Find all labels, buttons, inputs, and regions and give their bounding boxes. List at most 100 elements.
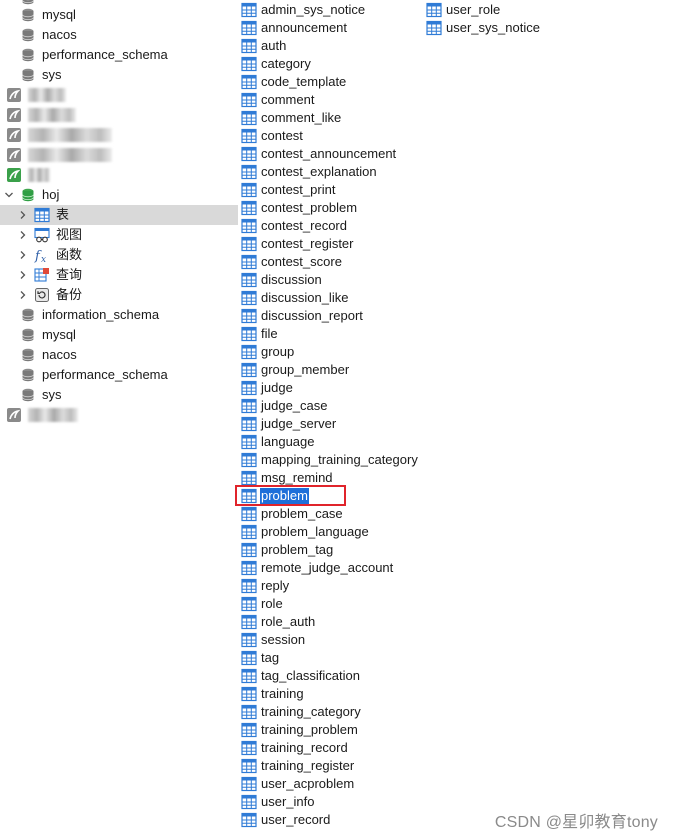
table-icon <box>241 38 257 54</box>
table-item[interactable]: group_member <box>241 361 350 379</box>
table-item[interactable]: judge <box>241 379 294 397</box>
tree-db-mysql-2[interactable]: mysql <box>0 325 238 345</box>
tree-db-sys[interactable]: sys <box>0 65 238 85</box>
table-item[interactable]: code_template <box>241 73 347 91</box>
table-icon <box>241 740 257 756</box>
table-item[interactable]: user_role <box>426 1 501 19</box>
table-item[interactable]: judge_case <box>241 397 329 415</box>
table-item[interactable]: training_problem <box>241 721 359 739</box>
table-item[interactable]: discussion <box>241 271 323 289</box>
redacted-label <box>28 88 66 102</box>
tree-db-nacos[interactable]: nacos <box>0 25 238 45</box>
table-item[interactable]: comment <box>241 91 315 109</box>
table-icon <box>241 236 257 252</box>
table-name: discussion_like <box>261 290 349 305</box>
table-item[interactable]: contest_register <box>241 235 355 253</box>
table-item[interactable]: session <box>241 631 306 649</box>
table-item[interactable]: training_record <box>241 739 349 757</box>
table-item[interactable]: tag <box>241 649 280 667</box>
tree-db-nacos-2[interactable]: nacos <box>0 345 238 365</box>
chevron-right-icon[interactable] <box>17 209 29 221</box>
table-item[interactable]: remote_judge_account <box>241 559 394 577</box>
tree-label: 视图 <box>56 227 83 242</box>
tree-db-mysql[interactable]: mysql <box>0 5 238 25</box>
table-item[interactable]: contest_print <box>241 181 336 199</box>
table-name: discussion <box>261 272 322 287</box>
redacted-label <box>28 128 112 142</box>
chevron-right-icon[interactable] <box>17 289 29 301</box>
table-name: training_problem <box>261 722 358 737</box>
tree-db-performance-schema-2[interactable]: performance_schema <box>0 365 238 385</box>
table-item[interactable]: user_sys_notice <box>426 19 541 37</box>
table-item[interactable]: language <box>241 433 316 451</box>
table-item[interactable]: role_auth <box>241 613 316 631</box>
table-item[interactable]: training <box>241 685 305 703</box>
database-active-icon <box>22 188 34 202</box>
table-icon <box>241 146 257 162</box>
table-item[interactable]: category <box>241 55 312 73</box>
chevron-right-icon[interactable] <box>17 269 29 281</box>
table-item[interactable]: contest_announcement <box>241 145 397 163</box>
tree-db-sys-2[interactable]: sys <box>0 385 238 405</box>
table-item[interactable]: contest_explanation <box>241 163 378 181</box>
tree-folder-views[interactable]: 视图 <box>0 225 238 245</box>
table-item[interactable]: contest_record <box>241 217 348 235</box>
table-item[interactable]: problem_language <box>241 523 370 541</box>
table-item[interactable]: problem_case <box>241 505 344 523</box>
highlight-annotation-box <box>235 485 346 506</box>
tree-db-hoj[interactable]: hoj <box>0 185 238 205</box>
tree-connection-redacted[interactable] <box>0 85 238 105</box>
tree-db-information-schema[interactable]: information_schema <box>0 305 238 325</box>
tree-label: performance_schema <box>42 47 168 62</box>
table-name: contest_problem <box>261 200 358 215</box>
table-item[interactable]: group <box>241 343 295 361</box>
tree-folder-backups[interactable]: 备份 <box>0 285 238 305</box>
table-item[interactable]: judge_server <box>241 415 337 433</box>
tree-folder-tables[interactable]: 表 <box>0 205 238 225</box>
tree-db-performance-schema[interactable]: performance_schema <box>0 45 238 65</box>
table-item[interactable]: user_info <box>241 793 315 811</box>
table-icon <box>241 524 257 540</box>
table-item[interactable]: user_acproblem <box>241 775 355 793</box>
table-item[interactable]: comment_like <box>241 109 342 127</box>
tree-connection-redacted[interactable] <box>0 125 238 145</box>
table-item[interactable]: discussion_like <box>241 289 349 307</box>
table-name: contest <box>261 128 303 143</box>
tree-folder-queries[interactable]: 查询 <box>0 265 238 285</box>
table-item[interactable]: training_register <box>241 757 355 775</box>
tree-connection-redacted-active[interactable] <box>0 165 238 185</box>
tree-label: performance_schema <box>42 367 168 382</box>
database-icon <box>22 328 34 342</box>
backup-folder-icon <box>35 288 49 302</box>
tree-folder-functions[interactable]: fx 函数 <box>0 245 238 265</box>
table-item[interactable]: file <box>241 325 279 343</box>
table-icon <box>241 560 257 576</box>
tree-connection-redacted[interactable] <box>0 105 238 125</box>
table-item[interactable]: role <box>241 595 284 613</box>
table-item[interactable]: problem_tag <box>241 541 334 559</box>
tree-label: 备份 <box>56 287 83 302</box>
mysql-connection-icon <box>7 148 21 162</box>
database-icon <box>22 8 34 22</box>
table-item[interactable]: contest <box>241 127 304 145</box>
table-item[interactable]: contest_problem <box>241 199 358 217</box>
table-icon <box>241 578 257 594</box>
table-item[interactable]: reply <box>241 577 290 595</box>
table-item[interactable]: user_record <box>241 811 331 829</box>
table-item[interactable]: contest_score <box>241 253 343 271</box>
table-item[interactable]: auth <box>241 37 287 55</box>
table-item[interactable]: admin_sys_notice <box>241 1 366 19</box>
table-item[interactable]: training_category <box>241 703 362 721</box>
mysql-connection-icon <box>7 128 21 142</box>
table-item[interactable]: discussion_report <box>241 307 364 325</box>
tree-connection-redacted[interactable] <box>0 145 238 165</box>
chevron-right-icon[interactable] <box>17 229 29 241</box>
table-name: user_role <box>446 2 501 17</box>
table-item[interactable]: mapping_training_category <box>241 451 419 469</box>
table-icon <box>241 686 257 702</box>
table-item[interactable]: announcement <box>241 19 348 37</box>
chevron-right-icon[interactable] <box>17 249 29 261</box>
chevron-down-icon[interactable] <box>3 189 15 201</box>
table-item[interactable]: tag_classification <box>241 667 361 685</box>
tree-connection-redacted[interactable] <box>0 405 238 425</box>
